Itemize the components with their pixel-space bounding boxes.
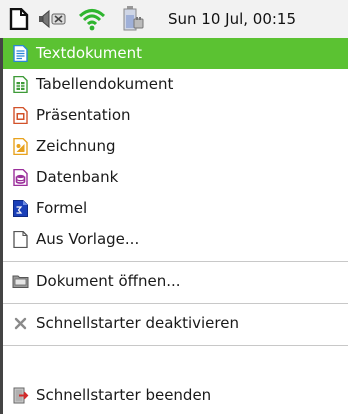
draw-icon — [12, 138, 29, 155]
menu-item-datenbank[interactable]: Datenbank — [3, 162, 348, 193]
menu-separator — [3, 303, 348, 304]
close-x-icon — [12, 315, 29, 332]
menu-item-textdokument[interactable]: Textdokument — [3, 38, 348, 69]
top-panel: Sun 10 Jul, 00:15 — [0, 0, 348, 39]
menu-item-label: Schnellstarter deaktivieren — [36, 314, 239, 332]
base-icon — [12, 169, 29, 186]
libreoffice-quickstarter-icon[interactable] — [6, 4, 32, 34]
template-icon — [12, 231, 29, 248]
exit-icon — [12, 387, 29, 404]
menu-separator — [3, 261, 348, 262]
menu-separator — [3, 345, 348, 346]
menu-item-label: Zeichnung — [36, 137, 116, 155]
clock[interactable]: Sun 10 Jul, 00:15 — [168, 10, 296, 28]
menu-item-aus-vorlage[interactable]: Aus Vorlage... — [3, 224, 348, 255]
battery-plugged-icon[interactable] — [120, 4, 146, 34]
menu-item-schnellstarter-beenden[interactable]: Schnellstarter beenden — [3, 380, 348, 411]
writer-icon — [12, 45, 29, 62]
calc-icon — [12, 76, 29, 93]
menu-item-label: Schnellstarter beenden — [36, 386, 212, 404]
menu-item-label: Dokument öffnen... — [36, 272, 181, 290]
menu-item-label: Aus Vorlage... — [36, 230, 140, 248]
menu-item-label: Formel — [36, 199, 88, 217]
menu-item-formel[interactable]: Formel — [3, 193, 348, 224]
menu-item-label: Textdokument — [36, 44, 142, 62]
menu-item-label: Tabellendokument — [36, 75, 174, 93]
open-folder-icon — [12, 273, 29, 290]
wifi-icon[interactable] — [78, 4, 106, 34]
volume-muted-icon[interactable] — [36, 4, 70, 34]
impress-icon — [12, 107, 29, 124]
math-icon — [12, 200, 29, 217]
menu-item-dokument-oeffnen[interactable]: Dokument öffnen... — [3, 266, 348, 297]
menu-item-schnellstarter-deaktivieren[interactable]: Schnellstarter deaktivieren — [3, 308, 348, 339]
menu-item-label: Präsentation — [36, 106, 131, 124]
menu-item-praesentation[interactable]: Präsentation — [3, 100, 348, 131]
menu-item-zeichnung[interactable]: Zeichnung — [3, 131, 348, 162]
menu-item-label: Datenbank — [36, 168, 119, 186]
menu-item-tabellendokument[interactable]: Tabellendokument — [3, 69, 348, 100]
